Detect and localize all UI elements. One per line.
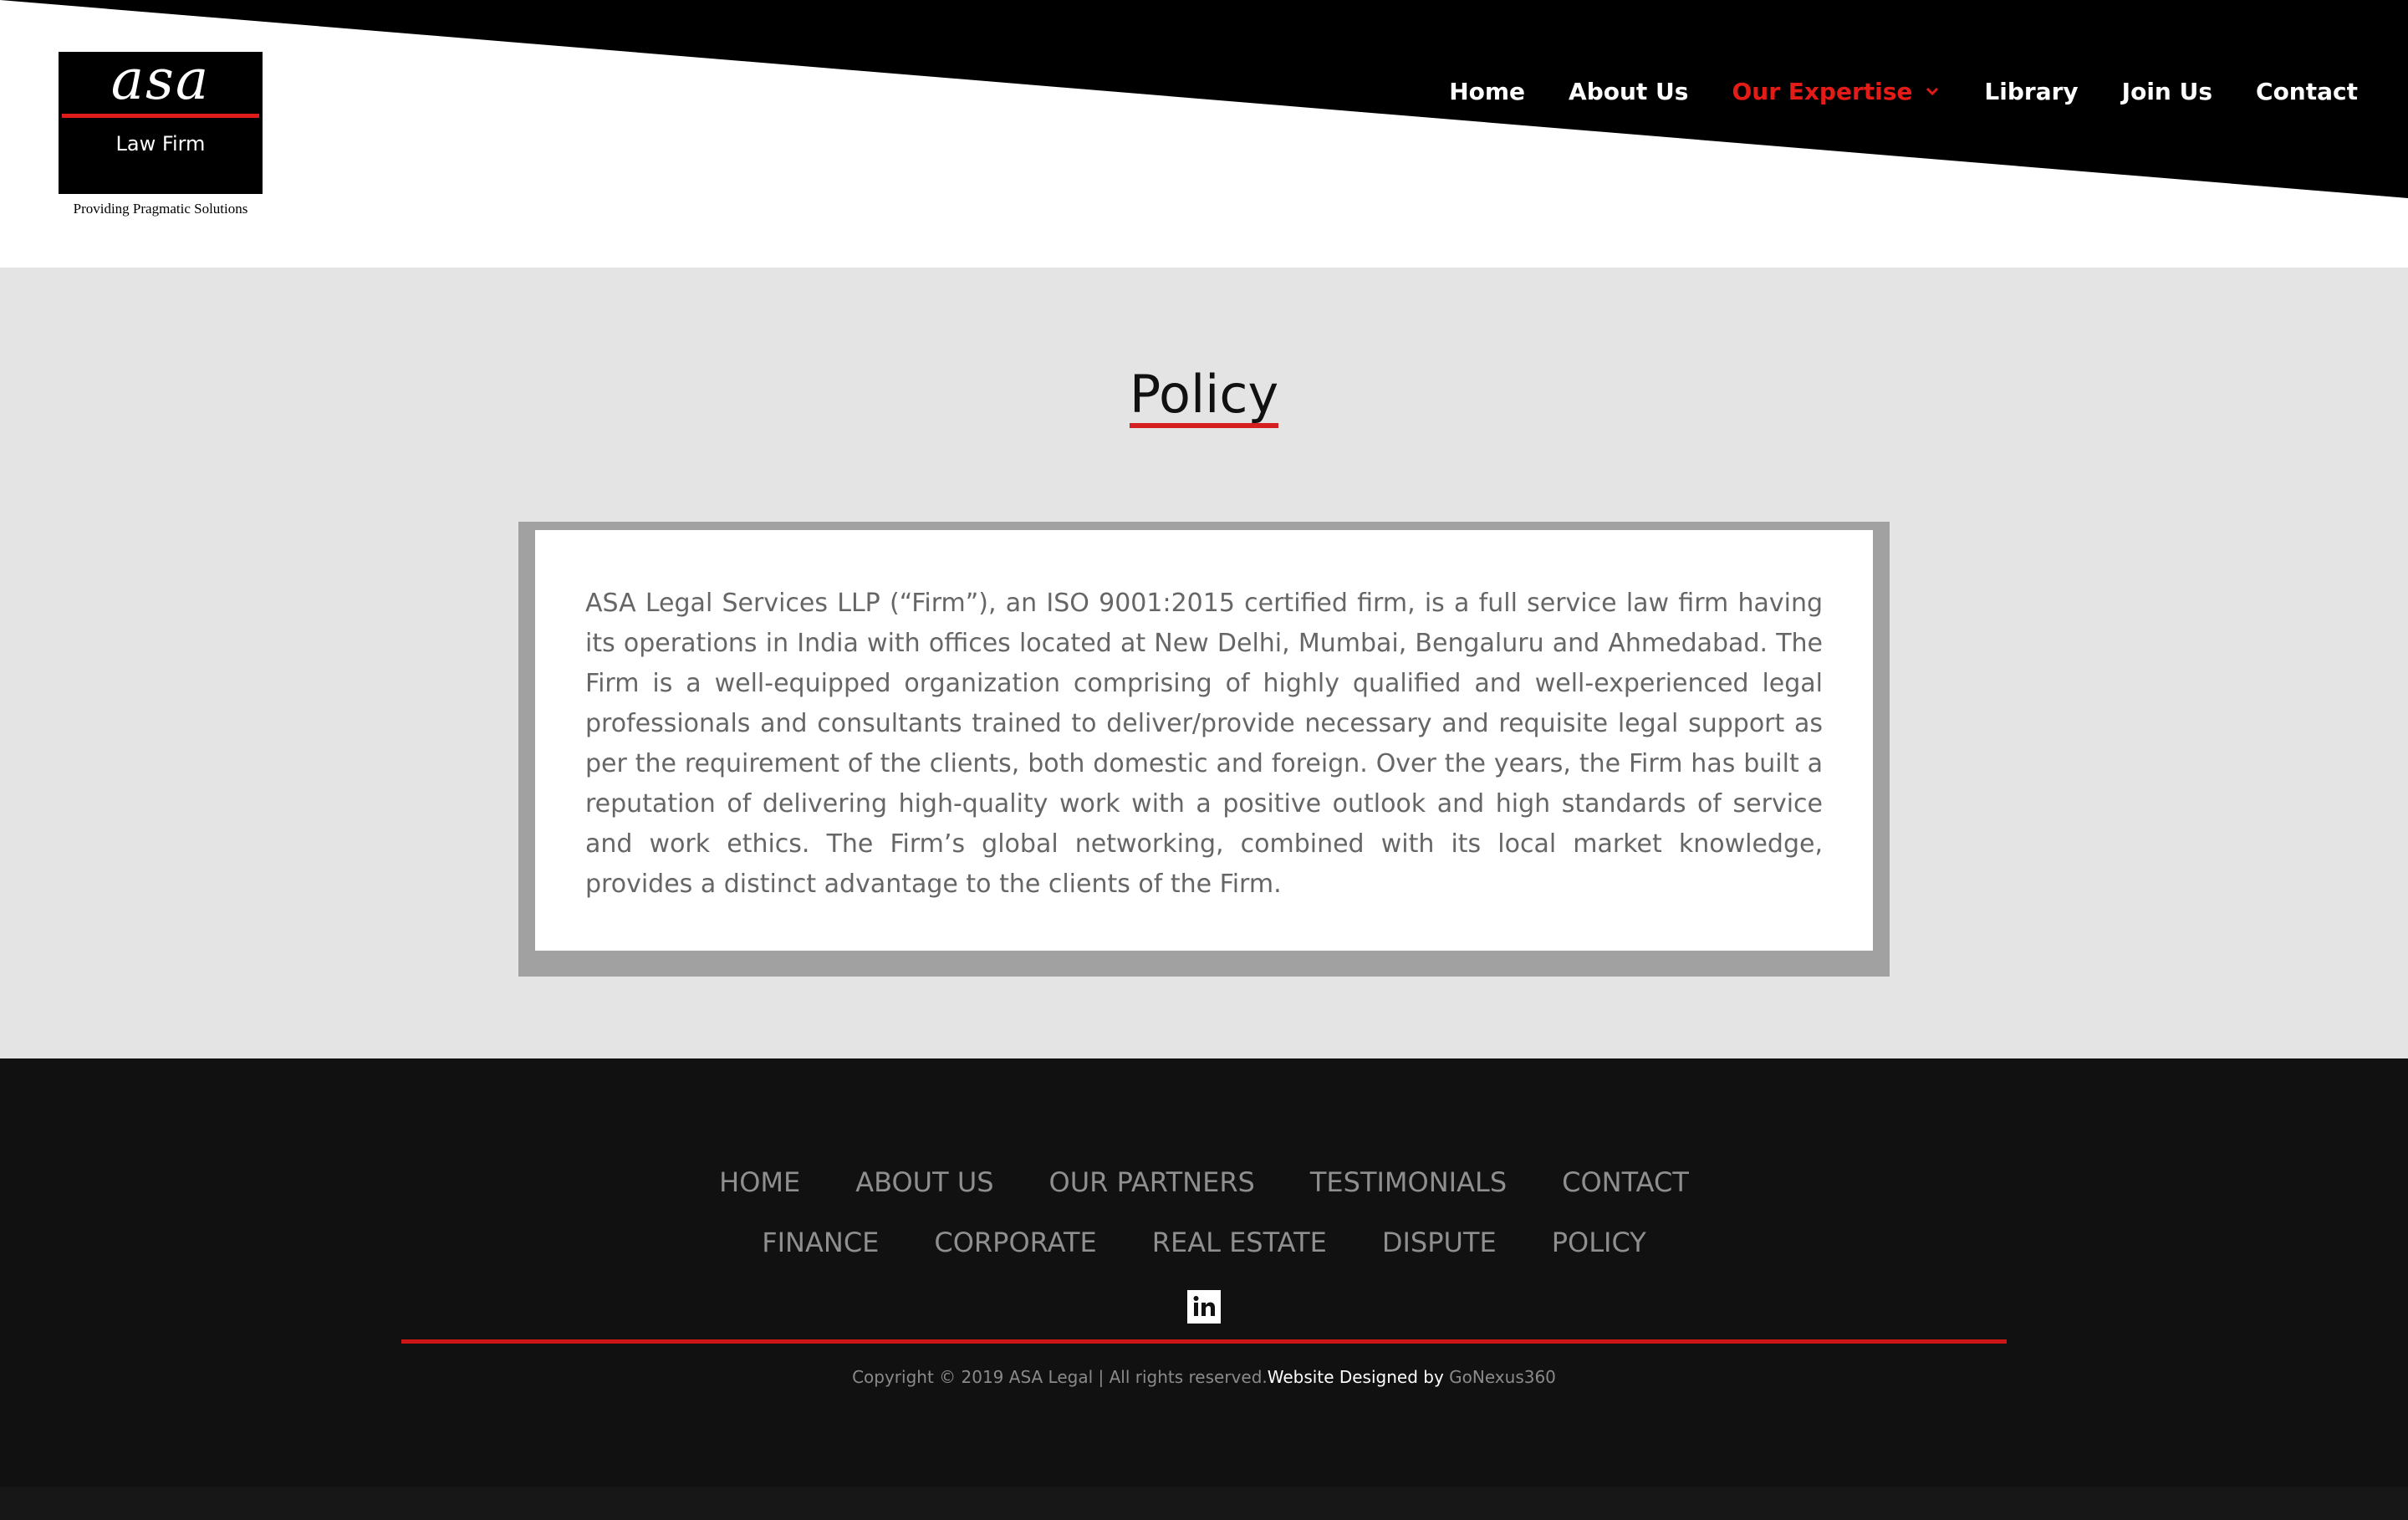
policy-card: ASA Legal Services LLP (“Firm”), an ISO … <box>518 522 1890 977</box>
logo-box: asa Law Firm <box>59 52 263 194</box>
footer-links-row-2: FINANCE CORPORATE REAL ESTATE DISPUTE PO… <box>0 1226 2408 1259</box>
footer-bottom-strip <box>0 1487 2408 1520</box>
footer-link-corporate[interactable]: CORPORATE <box>934 1226 1096 1259</box>
policy-card-inner: ASA Legal Services LLP (“Firm”), an ISO … <box>535 530 1873 951</box>
nav-join-us[interactable]: Join Us <box>2122 78 2212 105</box>
nav-about-us[interactable]: About Us <box>1569 78 1688 105</box>
page-title-wrap: Policy <box>1129 361 1279 435</box>
nav-join-us-label: Join Us <box>2121 77 2213 105</box>
logo-subtitle: Law Firm <box>115 132 206 156</box>
footer-link-dispute[interactable]: DISPUTE <box>1382 1226 1497 1259</box>
logo-tagline: Providing Pragmatic Solutions <box>73 201 248 217</box>
site-header: asa Law Firm Providing Pragmatic Solutio… <box>0 0 2408 268</box>
nav-home[interactable]: Home <box>1449 78 1525 105</box>
main-content: Policy ASA Legal Services LLP (“Firm”), … <box>0 268 2408 1058</box>
nav-library[interactable]: Library <box>1984 78 2078 105</box>
nav-about-us-label: About Us <box>1569 77 1689 105</box>
footer-link-finance[interactable]: FINANCE <box>762 1226 879 1259</box>
footer-link-real-estate[interactable]: REAL ESTATE <box>1152 1226 1327 1259</box>
footer-link-testimonials[interactable]: TESTIMONIALS <box>1310 1166 1507 1199</box>
copyright-text: Copyright © 2019 ASA Legal | All rights … <box>852 1367 1268 1387</box>
site-logo[interactable]: asa Law Firm Providing Pragmatic Solutio… <box>59 52 263 217</box>
nav-library-label: Library <box>1984 77 2079 105</box>
nav-contact[interactable]: Contact <box>2256 78 2358 105</box>
linkedin-icon[interactable] <box>1187 1290 1221 1324</box>
logo-mark: asa <box>110 48 211 112</box>
site-footer: HOME ABOUT US OUR PARTNERS TESTIMONIALS … <box>0 1058 2408 1487</box>
policy-body-text: ASA Legal Services LLP (“Firm”), an ISO … <box>585 589 1823 899</box>
nav-our-expertise-label: Our Expertise <box>1732 77 1913 105</box>
page-title-text: Policy <box>1129 364 1279 425</box>
footer-link-policy[interactable]: POLICY <box>1552 1226 1646 1259</box>
title-underline <box>1129 423 1279 428</box>
footer-link-about-us[interactable]: ABOUT US <box>855 1166 993 1199</box>
footer-link-our-partners[interactable]: OUR PARTNERS <box>1049 1166 1255 1199</box>
main-nav: Home About Us Our Expertise Library Join… <box>1406 72 2358 110</box>
designed-by-text: Website Designed by <box>1267 1367 1450 1387</box>
nav-contact-label: Contact <box>2256 77 2358 105</box>
logo-red-rule <box>62 114 259 118</box>
footer-links-row-1: HOME ABOUT US OUR PARTNERS TESTIMONIALS … <box>0 1166 2408 1199</box>
footer-red-rule <box>401 1339 2007 1344</box>
copyright-line: Copyright © 2019 ASA Legal | All rights … <box>0 1365 2408 1389</box>
nav-our-expertise[interactable]: Our Expertise <box>1732 78 1941 105</box>
nav-home-label: Home <box>1449 77 1526 105</box>
footer-link-contact[interactable]: CONTACT <box>1562 1166 1689 1199</box>
designer-link[interactable]: GoNexus360 <box>1449 1367 1556 1387</box>
chevron-down-icon <box>1926 87 1939 96</box>
page-title: Policy <box>0 361 2408 435</box>
footer-link-home[interactable]: HOME <box>719 1166 800 1199</box>
